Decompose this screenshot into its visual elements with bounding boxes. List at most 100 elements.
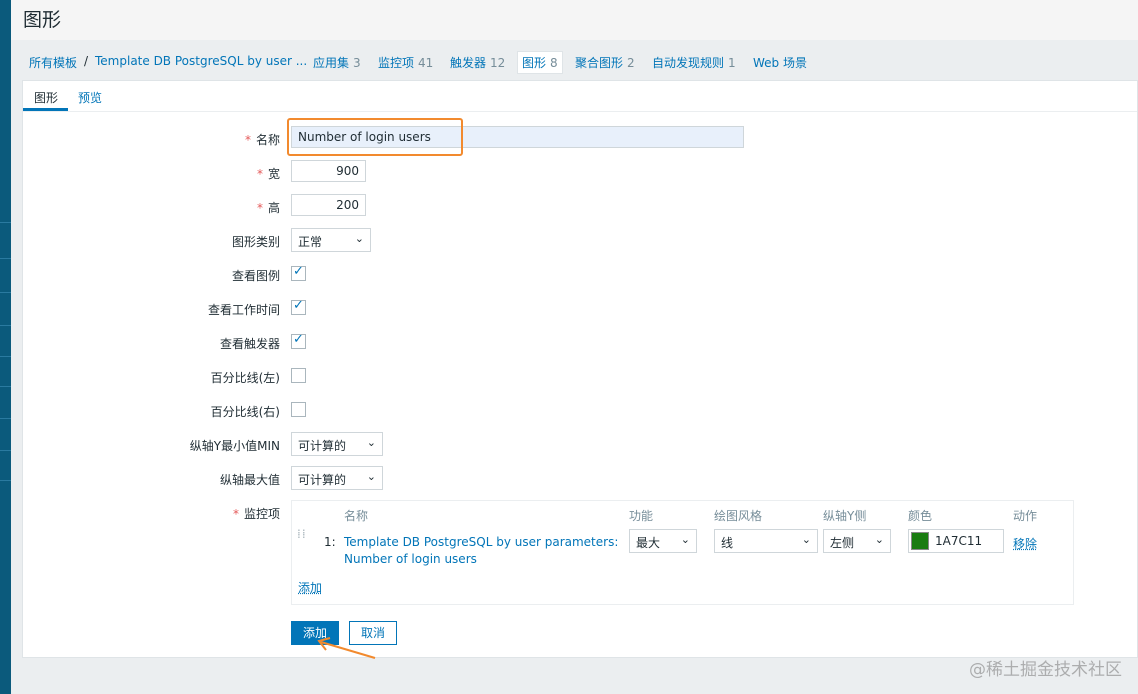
sidebar-divider — [0, 325, 11, 326]
graph-type-label: 图形类别 — [231, 235, 280, 249]
page-title: 图形 — [23, 9, 62, 31]
y-side-value: 左侧 — [830, 536, 855, 550]
ymin-label: 纵轴Y最小值MIN — [189, 439, 280, 453]
percentile-left-label: 百分比线(左) — [210, 371, 280, 385]
percentile-right-label: 百分比线(右) — [210, 405, 280, 419]
show-legend-label: 查看图例 — [231, 269, 280, 283]
subnav-label: 触发器 — [450, 56, 487, 70]
subnav-items[interactable]: 监控项 41 — [378, 54, 433, 71]
sidebar-divider — [0, 356, 11, 357]
breadcrumb-nav: 所有模板 / Template DB PostgreSQL by user ..… — [11, 40, 1138, 80]
percentile-left-checkbox[interactable] — [291, 368, 306, 383]
width-field[interactable] — [291, 160, 366, 182]
tab-graph[interactable]: 图形 — [34, 89, 58, 106]
required-asterisk: * — [256, 167, 263, 181]
ymax-select[interactable]: 可计算的 ⌄ — [291, 466, 383, 490]
subnav-label: 监控项 — [378, 56, 415, 70]
annotation-arrow-icon — [317, 637, 376, 659]
height-field[interactable] — [291, 194, 366, 216]
ymin-select[interactable]: 可计算的 ⌄ — [291, 432, 383, 456]
row-index: 1: — [324, 535, 336, 549]
checkmark-icon: ✓ — [293, 264, 304, 279]
chevron-down-icon: ⌄ — [354, 232, 364, 245]
column-header-color: 颜色 — [908, 509, 933, 523]
column-header-action: 动作 — [1013, 509, 1038, 523]
subnav-graphs[interactable]: 图形 8 — [517, 51, 563, 74]
left-sidebar-strip — [0, 0, 11, 694]
width-label-text: 宽 — [267, 167, 280, 181]
items-label: * 监控项 — [233, 505, 280, 522]
subnav-web-scenarios[interactable]: Web 场景 — [753, 54, 807, 71]
subnav-discovery-rules[interactable]: 自动发现规则 1 — [652, 54, 736, 71]
show-working-time-checkbox[interactable]: ✓ — [291, 298, 306, 315]
subnav-applications[interactable]: 应用集 3 — [313, 54, 361, 71]
breadcrumb-all-templates[interactable]: 所有模板 — [29, 54, 77, 71]
remove-item-link[interactable]: 移除 — [1013, 535, 1037, 552]
item-name-link[interactable]: Template DB PostgreSQL by user parameter… — [344, 535, 618, 569]
chevron-down-icon: ⌄ — [874, 533, 884, 546]
ymax-label: 纵轴最大值 — [219, 473, 280, 487]
graph-type-select[interactable]: 正常 ⌄ — [291, 228, 371, 252]
show-legend-checkbox[interactable]: ✓ — [291, 264, 306, 281]
draw-style-select[interactable]: 线 ⌄ — [714, 529, 818, 553]
y-side-select[interactable]: 左侧 ⌄ — [823, 529, 891, 553]
column-header-function: 功能 — [629, 509, 654, 523]
column-header-draw-style: 绘图风格 — [714, 509, 763, 523]
form-tabs: 图形 预览 — [23, 81, 1137, 112]
ymin-value: 可计算的 — [298, 439, 347, 453]
chevron-down-icon: ⌄ — [366, 436, 376, 449]
sidebar-divider — [0, 480, 11, 481]
required-asterisk: * — [232, 507, 239, 521]
item-name-line1: Template DB PostgreSQL by user parameter… — [344, 535, 619, 549]
item-name-line2: Number of login users — [344, 552, 477, 566]
breadcrumb-separator: / — [84, 54, 89, 68]
page-header: 图形 — [11, 0, 1138, 40]
name-label-text: 名称 — [255, 133, 280, 147]
show-triggers-label: 查看触发器 — [219, 337, 280, 351]
chevron-down-icon: ⌄ — [801, 533, 811, 546]
column-header-name: 名称 — [344, 509, 369, 523]
width-label: * 宽 — [257, 165, 280, 182]
tab-preview[interactable]: 预览 — [78, 89, 102, 106]
subnav-count: 3 — [353, 56, 361, 70]
sidebar-divider — [0, 450, 11, 451]
required-asterisk: * — [244, 133, 251, 147]
watermark: @稀土掘金技术社区 — [969, 660, 1122, 680]
show-triggers-checkbox[interactable]: ✓ — [291, 332, 306, 349]
subnav-triggers[interactable]: 触发器 12 — [450, 54, 505, 71]
height-label-text: 高 — [267, 201, 280, 215]
items-table: 名称 功能 绘图风格 纵轴Y侧 颜色 动作 ⁞⁞ 1: Template DB … — [291, 500, 1074, 605]
subnav-label: 自动发现规则 — [652, 56, 725, 70]
subnav-screens[interactable]: 聚合图形 2 — [575, 54, 635, 71]
percentile-right-checkbox[interactable] — [291, 402, 306, 417]
sidebar-divider — [0, 222, 11, 223]
subnav-count: 2 — [627, 56, 635, 70]
items-label-text: 监控项 — [243, 507, 280, 521]
column-header-y-side: 纵轴Y侧 — [823, 509, 867, 523]
required-asterisk: * — [256, 201, 263, 215]
subnav-label: Web 场景 — [753, 56, 807, 70]
subnav-label: 聚合图形 — [575, 56, 624, 70]
subnav-count: 8 — [550, 56, 558, 70]
ymax-value: 可计算的 — [298, 473, 347, 487]
function-select[interactable]: 最大 ⌄ — [629, 529, 697, 553]
color-picker[interactable]: 1A7C11 — [908, 529, 1004, 553]
color-swatch[interactable] — [911, 532, 929, 550]
color-value: 1A7C11 — [935, 534, 983, 548]
checkmark-icon: ✓ — [293, 298, 304, 313]
subnav-label: 图形 — [522, 56, 547, 70]
breadcrumb-template-name[interactable]: Template DB PostgreSQL by user ... — [95, 54, 307, 68]
chevron-down-icon: ⌄ — [366, 470, 376, 483]
graph-type-value: 正常 — [298, 235, 323, 249]
function-value: 最大 — [636, 536, 661, 550]
add-item-link[interactable]: 添加 — [298, 579, 322, 596]
sidebar-divider — [0, 386, 11, 387]
checkmark-icon: ✓ — [293, 332, 304, 347]
graph-form-panel: 图形 预览 *名称 *宽 *高 图形类别 正常⌄ 查看图例 ✓ 查看工作时间 ✓… — [22, 80, 1138, 659]
height-label: * 高 — [257, 199, 280, 216]
show-working-time-label: 查看工作时间 — [207, 303, 280, 317]
drag-handle-icon[interactable]: ⁞⁞ — [297, 528, 307, 540]
active-tab-indicator — [23, 108, 68, 111]
subnav-count: 12 — [490, 56, 506, 70]
subnav-count: 41 — [418, 56, 434, 70]
